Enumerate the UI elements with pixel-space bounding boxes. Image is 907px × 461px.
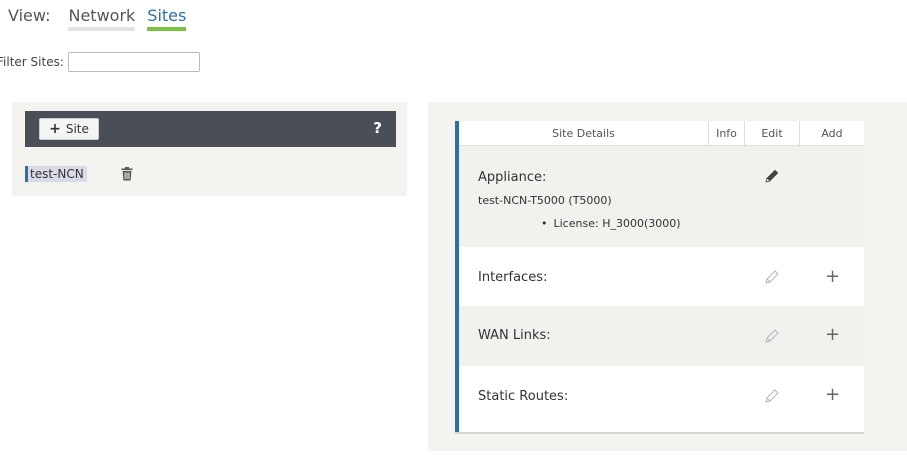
view-label: View: (8, 6, 51, 25)
column-header-info: Info (709, 121, 745, 145)
add-site-button[interactable]: + Site (39, 118, 99, 140)
view-switcher: View: Network Sites (8, 6, 198, 36)
column-header-add: Add (821, 126, 843, 140)
license-label: License: (553, 217, 599, 230)
interfaces-section: Interfaces: + (459, 247, 864, 306)
wan-links-section: WAN Links: + (459, 306, 864, 366)
site-list-item: test-NCN (25, 166, 133, 182)
tab-sites[interactable]: Sites (147, 6, 187, 31)
pencil-icon[interactable] (764, 269, 780, 285)
trash-icon[interactable] (121, 167, 133, 181)
plus-icon[interactable]: + (825, 268, 840, 286)
appliance-title: Appliance: (478, 170, 547, 185)
tab-network-underline (68, 27, 136, 31)
license-value: H_3000(3000) (602, 217, 681, 230)
license-line: • License: H_3000(3000) (541, 217, 681, 230)
pencil-icon[interactable] (764, 388, 780, 404)
tab-sites-label: Sites (147, 6, 187, 25)
filter-sites-input[interactable] (67, 52, 200, 72)
column-header-edit: Edit (745, 121, 800, 145)
help-icon[interactable]: ? (373, 119, 382, 137)
site-details-card: Site Details Info Edit Add Appliance: te… (455, 121, 864, 432)
appliance-name: test-NCN-T5000 (T5000) (478, 194, 612, 207)
tab-sites-underline (147, 27, 187, 31)
pencil-icon[interactable] (764, 168, 780, 184)
plus-icon[interactable]: + (825, 386, 840, 404)
column-header-site-details: Site Details (459, 121, 709, 145)
tab-network[interactable]: Network (68, 6, 136, 31)
plus-icon[interactable]: + (825, 326, 840, 344)
sites-panel: + Site ? test-NCN (12, 102, 407, 196)
filter-row: Filter Sites: (0, 52, 200, 72)
add-site-label: Site (65, 122, 89, 136)
plus-icon: + (49, 121, 61, 137)
bullet: • (541, 217, 548, 230)
interfaces-title: Interfaces: (478, 270, 548, 285)
site-details-panel: Site Details Info Edit Add Appliance: te… (428, 102, 907, 451)
static-routes-section: Static Routes: + (459, 366, 864, 428)
site-details-header: Site Details Info Edit Add (459, 121, 864, 146)
site-name-link[interactable]: test-NCN (25, 166, 87, 182)
sites-toolbar: + Site ? (25, 111, 396, 147)
page: View: Network Sites Filter Sites: + Site… (0, 0, 907, 461)
wan-links-title: WAN Links: (478, 328, 551, 343)
static-routes-title: Static Routes: (478, 389, 569, 404)
filter-label: Filter Sites: (0, 55, 64, 69)
tab-network-label: Network (68, 6, 136, 25)
pencil-icon[interactable] (764, 328, 780, 344)
appliance-section: Appliance: test-NCN-T5000 (T5000) • Licen… (459, 146, 864, 247)
